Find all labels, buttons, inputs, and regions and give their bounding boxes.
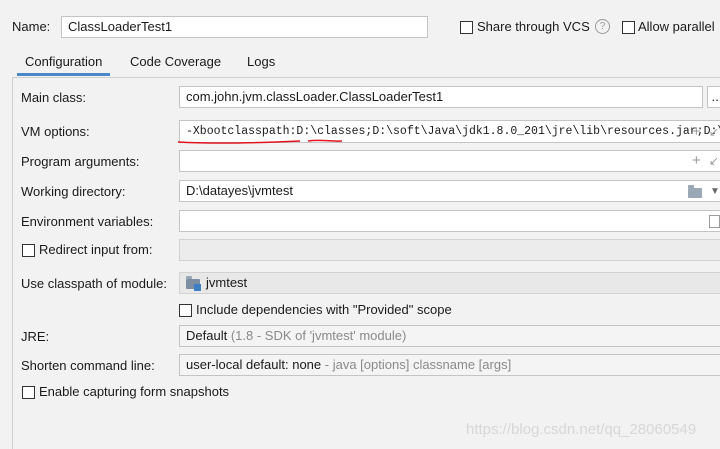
tab-code-coverage[interactable]: Code Coverage <box>130 52 221 74</box>
jre-hint: (1.8 - SDK of 'jvmtest' module) <box>230 328 407 343</box>
main-class-label: Main class: <box>21 90 87 105</box>
redirect-input-field <box>179 239 720 261</box>
redirect-input-label: Redirect input from: <box>39 242 153 257</box>
shorten-command-line-value: user-local default: none <box>186 357 322 372</box>
vm-options-label: VM options: <box>21 124 90 139</box>
red-underline-annotation <box>177 139 343 144</box>
chevron-down-icon[interactable]: ▼ <box>710 186 720 197</box>
redirect-input-checkbox[interactable] <box>22 244 35 257</box>
environment-variables-input[interactable] <box>179 210 720 232</box>
expand-arrows-icon[interactable]: ↙ <box>709 153 719 169</box>
jre-select[interactable]: Default (1.8 - SDK of 'jvmtest' module) <box>179 325 720 347</box>
name-label: Name: <box>12 19 51 34</box>
capture-snapshots-checkbox[interactable] <box>22 386 35 399</box>
name-input[interactable]: ClassLoaderTest1 <box>61 16 428 38</box>
folder-icon[interactable] <box>688 185 702 198</box>
include-provided-label: Include dependencies with "Provided" sco… <box>196 302 452 317</box>
working-directory-label: Working directory: <box>21 184 126 199</box>
expand-program-arguments-icon[interactable]: + <box>692 153 701 169</box>
program-arguments-label: Program arguments: <box>21 154 140 169</box>
expand-arrows-icon[interactable]: ↙ <box>709 124 719 140</box>
classpath-module-select[interactable]: jvmtest <box>179 272 720 294</box>
expand-vm-options-icon[interactable]: + <box>692 124 701 140</box>
tab-configuration[interactable]: Configuration <box>16 52 111 76</box>
include-provided-checkbox[interactable] <box>179 304 192 317</box>
allow-parallel-checkbox[interactable] <box>622 21 635 34</box>
share-vcs-checkbox[interactable] <box>460 21 473 34</box>
tab-logs[interactable]: Logs <box>247 52 275 74</box>
working-directory-input[interactable]: D:\datayes\jvmtest <box>179 180 720 202</box>
allow-parallel-label: Allow parallel <box>638 19 715 34</box>
main-class-input[interactable]: com.john.jvm.classLoader.ClassLoaderTest… <box>179 86 703 108</box>
watermark: https://blog.csdn.net/qq_28060549 <box>466 421 697 438</box>
document-icon[interactable] <box>709 215 720 228</box>
shorten-command-line-label: Shorten command line: <box>21 358 155 373</box>
help-icon[interactable]: ? <box>595 19 610 34</box>
module-badge-icon <box>194 284 201 291</box>
browse-main-class-button[interactable]: ... <box>707 86 720 108</box>
shorten-command-line-hint: - java [options] classname [args] <box>324 357 512 372</box>
environment-variables-label: Environment variables: <box>21 214 154 229</box>
program-arguments-input[interactable] <box>179 150 720 172</box>
jre-label: JRE: <box>21 329 50 344</box>
capture-snapshots-label: Enable capturing form snapshots <box>39 384 230 399</box>
jre-value: Default <box>186 328 228 343</box>
shorten-command-line-select[interactable]: user-local default: none - java [options… <box>179 354 720 376</box>
classpath-module-label: Use classpath of module: <box>21 276 167 291</box>
share-vcs-label: Share through VCS <box>477 19 590 34</box>
